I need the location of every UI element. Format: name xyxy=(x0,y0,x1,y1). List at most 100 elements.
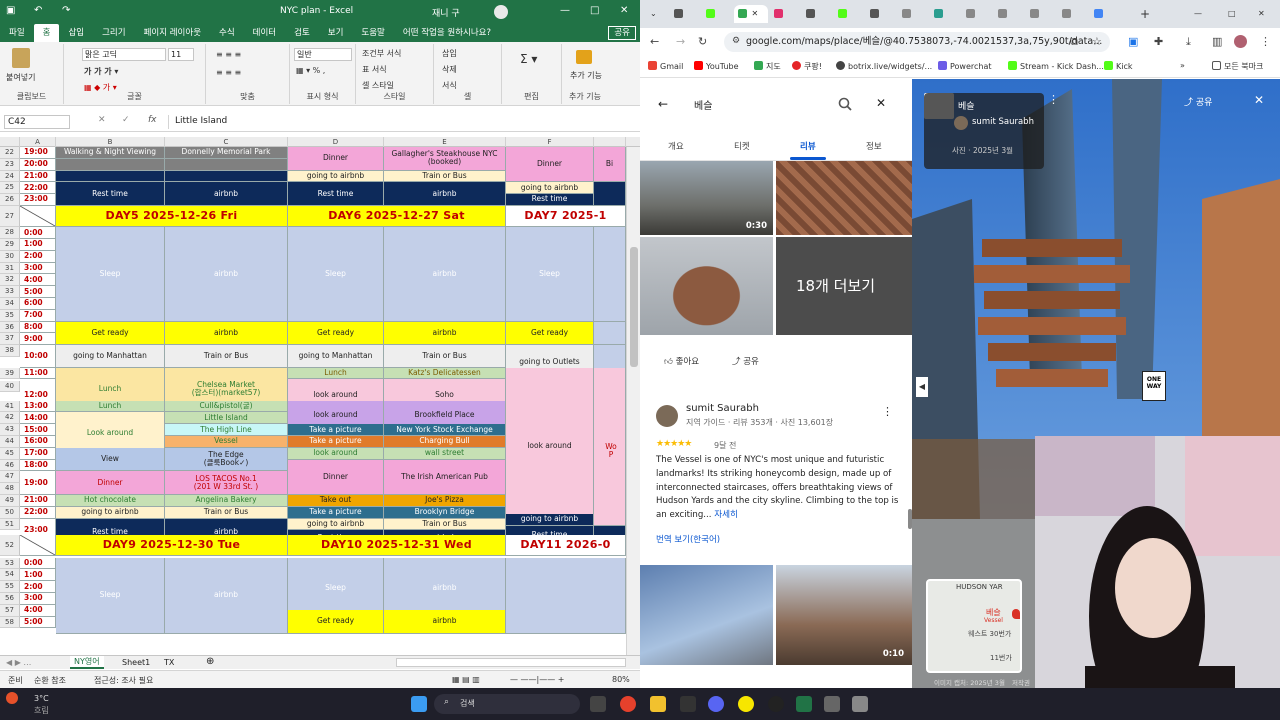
cell-place[interactable]: The High Line xyxy=(165,424,288,437)
time-cell[interactable]: 17:00 xyxy=(20,447,56,460)
paste-icon[interactable] xyxy=(12,48,30,68)
search-query[interactable]: 베슬 xyxy=(694,97,712,112)
row-header[interactable]: 31 xyxy=(0,262,20,275)
cell-place[interactable]: The Irish American Pub xyxy=(384,459,506,496)
cell-activity[interactable]: Dinner xyxy=(288,459,384,496)
review-menu-icon[interactable]: ⋮ xyxy=(882,405,893,418)
menu-formulas[interactable]: 수식 xyxy=(210,24,244,42)
time-cell[interactable]: 7:00 xyxy=(20,309,56,322)
row-header[interactable]: 53 xyxy=(0,557,20,570)
time-cell[interactable]: 2:00 xyxy=(20,250,56,263)
row-header[interactable]: 56 xyxy=(0,593,20,605)
file-explorer-icon[interactable] xyxy=(650,696,666,712)
bookmark-maps[interactable]: 지도 xyxy=(754,61,781,72)
menu-help[interactable]: 도움말 xyxy=(352,24,393,42)
cell-place[interactable]: Angelina Bakery xyxy=(165,495,288,507)
collapse-panel-icon[interactable]: ◀ xyxy=(916,377,928,397)
browser-tab[interactable] xyxy=(702,5,732,23)
redo-icon[interactable]: ↷ xyxy=(62,5,70,16)
close-icon[interactable]: ✕ xyxy=(620,5,628,16)
cell-sleep[interactable]: Sleep xyxy=(56,227,165,322)
minimap[interactable]: HUDSON YAR 베슬 Vessel 웨스트 30번가 11번가 xyxy=(926,579,1022,673)
browser-tab[interactable] xyxy=(866,5,896,23)
puzzle-icon[interactable]: ✚ xyxy=(1154,35,1163,48)
clear-search-icon[interactable]: ✕ xyxy=(876,96,886,110)
minimize-icon[interactable]: — xyxy=(1190,5,1220,23)
day-header[interactable]: DAY9 2025-12-30 Tue xyxy=(56,535,288,557)
profile-avatar[interactable] xyxy=(1234,35,1247,48)
menu-icon[interactable]: ⋮ xyxy=(1260,35,1271,48)
browser-tab-active[interactable]: ✕ xyxy=(734,5,768,23)
prev-sheet-icon[interactable]: ◀ ▶ … xyxy=(6,658,31,667)
cell-activity[interactable]: Take a picture xyxy=(288,506,384,519)
cell-place[interactable]: Joe's Pizza xyxy=(384,495,506,507)
share-button[interactable]: 공유 xyxy=(608,26,636,40)
time-cell[interactable]: 4:00 xyxy=(20,274,56,287)
row-header[interactable]: 29 xyxy=(0,239,20,251)
cell-activity[interactable]: Take a picture xyxy=(288,436,384,448)
bookmark-powerchat[interactable]: Powerchat xyxy=(938,61,992,71)
avatar[interactable] xyxy=(494,5,508,19)
enter-icon[interactable]: ✓ xyxy=(122,115,130,125)
reviewer-avatar[interactable] xyxy=(656,405,678,427)
cell-activity[interactable]: going to airbnb xyxy=(506,513,594,526)
menu-review[interactable]: 검토 xyxy=(285,24,319,42)
cell-place[interactable]: New York Stock Exchange xyxy=(384,424,506,437)
scroll-thumb[interactable] xyxy=(630,247,638,367)
row-header[interactable]: 52 xyxy=(0,535,20,557)
column-header-b[interactable]: B xyxy=(56,137,165,147)
cell-place[interactable]: Katz's Delicatessen xyxy=(384,367,506,380)
weather-temp[interactable]: 3°C xyxy=(34,694,49,703)
site-info-icon[interactable]: ⚙ xyxy=(732,36,740,46)
tab-tickets[interactable]: 티켓 xyxy=(734,140,750,152)
app-icon[interactable] xyxy=(680,696,696,712)
review-video-thumbnail[interactable]: 0:10 xyxy=(776,565,912,665)
row-header[interactable]: 42 xyxy=(0,412,20,425)
maximize-icon[interactable]: □ xyxy=(590,5,599,16)
minimize-icon[interactable]: — xyxy=(560,5,570,16)
back-arrow-icon[interactable]: ← xyxy=(658,97,668,111)
tab-list-icon[interactable]: ⌄ xyxy=(646,5,666,23)
cell-place[interactable]: Vessel xyxy=(165,436,288,448)
cell-activity[interactable]: going to Manhattan xyxy=(288,345,384,368)
row-header[interactable]: 30 xyxy=(0,250,20,263)
row-header[interactable]: 58 xyxy=(0,616,20,629)
add-sheet-icon[interactable]: ⊕ xyxy=(206,656,214,667)
time-cell[interactable]: 6:00 xyxy=(20,298,56,310)
row-header[interactable]: 35 xyxy=(0,309,20,322)
browser-tab[interactable] xyxy=(770,5,800,23)
autosum-icon[interactable]: Σ ▾ xyxy=(520,52,537,66)
row-header[interactable]: 28 xyxy=(0,227,20,240)
addin-button[interactable]: 추가 기능 xyxy=(570,70,602,81)
row-header[interactable]: 57 xyxy=(0,604,20,617)
maximize-icon[interactable]: □ xyxy=(1224,5,1254,23)
review-photo[interactable] xyxy=(640,237,773,335)
install-icon[interactable]: ⧉ xyxy=(1070,35,1078,49)
browser-tab[interactable] xyxy=(1026,5,1056,23)
browser-tab[interactable] xyxy=(802,5,832,23)
browser-tab[interactable] xyxy=(1058,5,1088,23)
browser-tab[interactable] xyxy=(898,5,928,23)
name-box[interactable]: C42 xyxy=(4,115,70,129)
font-size-select[interactable]: 11 xyxy=(168,48,194,61)
column-header-a[interactable]: A xyxy=(20,137,56,147)
cell-place[interactable]: LOS TACOS No.1 (201 W 33rd St. ) xyxy=(165,471,288,496)
browser-tab[interactable] xyxy=(1090,5,1120,23)
cell-activity[interactable]: look around xyxy=(506,367,594,526)
row-header[interactable]: 49 xyxy=(0,495,20,507)
row-header[interactable]: 43 xyxy=(0,424,20,437)
menu-page-layout[interactable]: 페이지 레이아웃 xyxy=(135,24,210,42)
time-cell[interactable]: 4:00 xyxy=(20,604,56,617)
uploader-avatar[interactable] xyxy=(954,116,968,130)
number-format-select[interactable]: 일반 xyxy=(294,48,352,61)
cell-activity[interactable]: going to Manhattan xyxy=(56,345,165,368)
search-icon[interactable] xyxy=(838,97,852,111)
column-header-f[interactable]: F xyxy=(506,137,594,147)
tab-reviews[interactable]: 리뷰 xyxy=(800,140,816,152)
reviewer-name[interactable]: sumit Saurabh xyxy=(686,403,759,414)
column-header-c[interactable]: C xyxy=(165,137,288,147)
menu-home[interactable]: 홈 xyxy=(33,24,60,42)
row-header[interactable]: 37 xyxy=(0,333,20,346)
undo-icon[interactable]: ↶ xyxy=(34,5,42,16)
bold-icon[interactable]: 가 가 가 ▾ xyxy=(84,66,118,77)
